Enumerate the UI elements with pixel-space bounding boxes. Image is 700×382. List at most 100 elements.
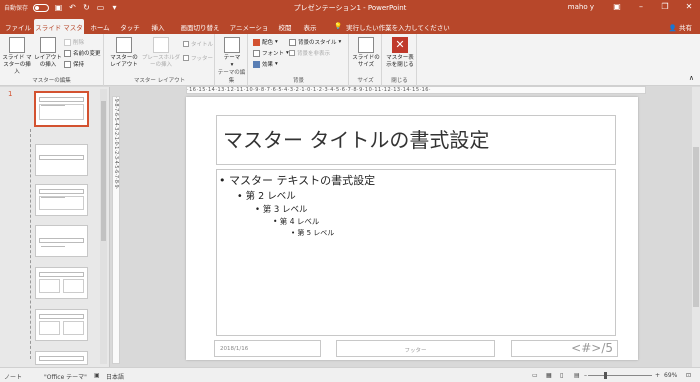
editor-scrollbar[interactable]: [692, 87, 700, 367]
themes-label: テーマ: [223, 55, 241, 61]
text-level-5[interactable]: • 第 5 レベル: [291, 228, 334, 238]
bg-styles-label: 背景のスタイル: [298, 40, 337, 46]
tab-home[interactable]: ホーム: [88, 19, 112, 34]
title-check-box[interactable]: [183, 41, 189, 47]
zoom-slider[interactable]: [588, 375, 652, 376]
tab-animations[interactable]: アニメーション: [228, 19, 270, 42]
group-master-edit: スライド マスターの挿入 レイアウトの挿入 削除 名前の変更 保持 マスターの編…: [0, 34, 104, 86]
text-level-1[interactable]: • マスター テキストの書式設定: [219, 172, 375, 188]
fonts-button[interactable]: フォント ▾: [253, 49, 289, 57]
master-layout-label: マスターのレイアウト: [110, 55, 138, 68]
preserve-button[interactable]: 保持: [64, 60, 84, 68]
zoom-in-icon[interactable]: +: [655, 372, 660, 379]
text-level-2[interactable]: • 第 2 レベル: [237, 188, 296, 202]
delete-button[interactable]: 削除: [64, 38, 84, 46]
reading-view-icon[interactable]: ▯: [560, 372, 563, 379]
collapse-ribbon-icon[interactable]: ∧: [689, 74, 694, 82]
normal-view-icon[interactable]: ▭: [532, 372, 538, 379]
text-level-4[interactable]: • 第 4 レベル: [273, 216, 319, 227]
tell-me-box[interactable]: 💡 実行したい作業を入力してください: [334, 22, 450, 32]
slide-size-icon: [358, 37, 374, 53]
layout-thumbnail[interactable]: [35, 267, 88, 299]
themes-button[interactable]: テーマ ▾: [220, 37, 244, 69]
group-label-master-edit: マスターの編集: [32, 78, 71, 84]
close-window-icon[interactable]: ✕: [682, 2, 696, 11]
group-theme-edit: テーマ ▾ テーマの編集: [216, 34, 248, 86]
footer-checkbox[interactable]: フッター: [183, 54, 213, 62]
user-name[interactable]: maho y: [568, 3, 594, 11]
tab-insert[interactable]: 挿入: [148, 19, 168, 34]
footer-check-box[interactable]: [183, 55, 189, 61]
tab-slide-master[interactable]: スライド マスター: [34, 19, 84, 42]
share-button[interactable]: 👤 共有: [669, 22, 692, 32]
editor-scrollbar-thumb[interactable]: [693, 147, 699, 307]
layout-thumbnail[interactable]: [35, 225, 88, 257]
theme-name: "Office テーマ": [44, 374, 87, 381]
slide-sorter-icon[interactable]: ▦: [546, 372, 552, 379]
footer-placeholder[interactable]: フッター: [336, 340, 495, 357]
fonts-label: フォント: [262, 51, 285, 57]
hide-background-checkbox[interactable]: 背景を非表示: [289, 49, 330, 57]
slide-title[interactable]: マスター タイトルの書式設定: [223, 124, 489, 153]
scrollbar-thumb[interactable]: [101, 101, 106, 241]
close-master-view-button[interactable]: ✕ マスター表示を閉じる: [385, 37, 415, 69]
group-label-theme-edit: テーマの編集: [217, 70, 246, 84]
placeholder-icon: [153, 37, 169, 53]
preserve-label: 保持: [73, 62, 85, 68]
colors-button[interactable]: 配色 ▾: [253, 38, 278, 46]
master-layout-button[interactable]: マスターのレイアウト: [109, 37, 139, 69]
text-level-3[interactable]: • 第 3 レベル: [255, 203, 308, 215]
tab-review[interactable]: 校閲: [275, 19, 295, 34]
group-label-size: サイズ: [357, 78, 374, 84]
tab-view[interactable]: 表示: [300, 19, 320, 34]
horizontal-ruler: ·16·15·14·13·12·11·10·9·8·7·6·5·4·3·2·1·…: [186, 86, 646, 94]
ribbon-display-options-icon[interactable]: ▣: [610, 2, 624, 11]
slide-number: 1: [8, 90, 13, 98]
layout-thumbnail[interactable]: [35, 144, 88, 176]
language-label[interactable]: 日本語: [106, 372, 124, 381]
background-styles-button[interactable]: 背景のスタイル ▾: [289, 38, 341, 46]
thumbnail-pane: 1: [0, 87, 110, 367]
slide-number-placeholder[interactable]: <#>/5: [511, 340, 618, 357]
insert-layout-label: レイアウトの挿入: [34, 55, 62, 68]
colors-label: 配色: [262, 40, 274, 46]
tab-file[interactable]: ファイル: [4, 19, 32, 34]
pin-icon: [64, 60, 71, 68]
ribbon-tabs: ファイル スライド マスター ホーム タッチ 挿入 画面切り替え アニメーション…: [0, 16, 700, 42]
insert-slide-master-button[interactable]: スライド マスターの挿入: [2, 37, 32, 76]
thumbnail-scrollbar[interactable]: [100, 89, 107, 364]
close-icon: ✕: [392, 37, 408, 53]
layout-thumbnail[interactable]: [35, 184, 88, 216]
fit-to-window-icon[interactable]: ⊡: [686, 372, 691, 379]
effects-button[interactable]: 効果 ▾: [253, 60, 278, 68]
restore-icon[interactable]: ❐: [658, 2, 672, 11]
slide-size-button[interactable]: スライドのサイズ: [352, 37, 380, 69]
insert-layout-button[interactable]: レイアウトの挿入: [34, 37, 62, 69]
proofing-icon[interactable]: ▣: [94, 372, 100, 379]
tab-transitions[interactable]: 画面切り替え: [176, 19, 224, 34]
slide-master-thumbnail[interactable]: [34, 91, 89, 127]
themes-icon: [224, 37, 240, 53]
insert-placeholder-button[interactable]: プレースホルダーの挿入: [141, 37, 181, 69]
tab-touch[interactable]: タッチ: [118, 19, 142, 34]
title-checkbox[interactable]: タイトル: [183, 40, 213, 48]
slideshow-icon[interactable]: ▤: [574, 372, 580, 379]
master-layout-icon: [116, 37, 132, 53]
rename-button[interactable]: 名前の変更: [64, 49, 101, 57]
zoom-slider-handle[interactable]: [604, 372, 607, 379]
fonts-icon: [253, 49, 260, 57]
status-bar: ノート "Office テーマ" ▣ 日本語 ▭ ▦ ▯ ▤ – + 69% ⊡: [0, 367, 700, 382]
zoom-level[interactable]: 69%: [664, 372, 677, 379]
delete-icon: [64, 38, 71, 46]
hide-bg-check-box[interactable]: [289, 50, 295, 56]
body-placeholder[interactable]: • マスター テキストの書式設定 • 第 2 レベル • 第 3 レベル • 第…: [216, 169, 616, 336]
view-indicator: ノート: [4, 374, 23, 381]
ribbon: スライド マスターの挿入 レイアウトの挿入 削除 名前の変更 保持 マスターの編…: [0, 34, 700, 86]
layout-thumbnail[interactable]: [35, 351, 88, 365]
title-placeholder[interactable]: マスター タイトルの書式設定: [216, 115, 616, 165]
date-placeholder[interactable]: 2018/1/16: [214, 340, 321, 357]
group-label-master-layout: マスター レイアウト: [133, 78, 186, 84]
zoom-out-icon[interactable]: –: [584, 372, 587, 379]
minimize-icon[interactable]: –: [634, 2, 648, 11]
layout-thumbnail[interactable]: [35, 309, 88, 341]
